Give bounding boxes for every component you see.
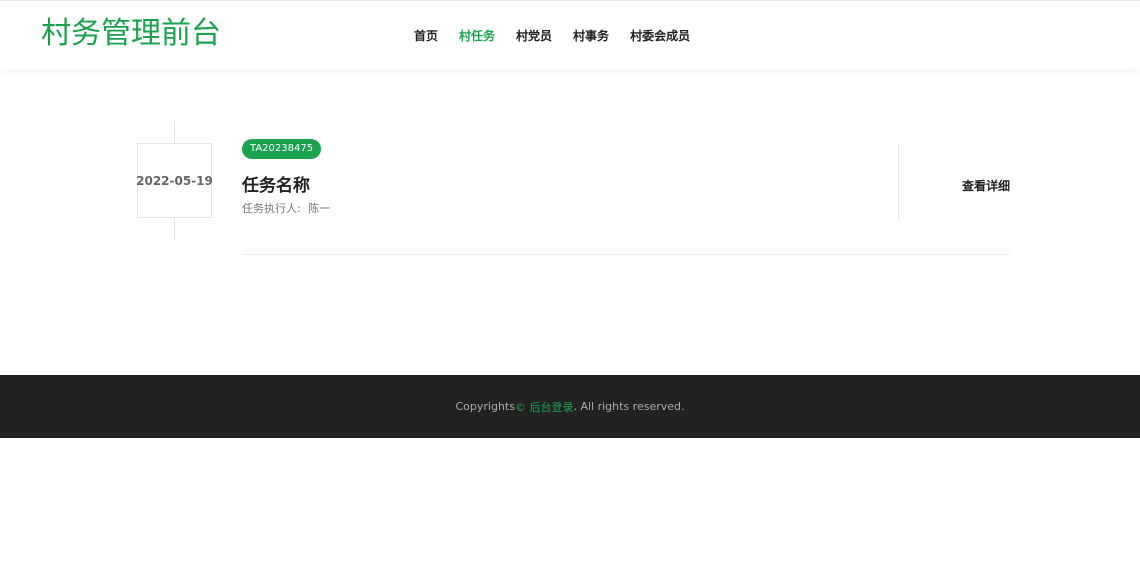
footer-prefix: Copyrights: [455, 400, 515, 413]
nav-item-village-affairs[interactable]: 村事务: [573, 27, 609, 45]
site-logo[interactable]: 村务管理前台: [41, 15, 221, 53]
nav-item-home[interactable]: 首页: [414, 27, 438, 45]
task-title: 任务名称: [242, 176, 310, 196]
nav-item-village-tasks[interactable]: 村任务: [459, 27, 495, 45]
footer-suffix: . All rights reserved.: [573, 400, 685, 413]
row-divider: [242, 254, 1010, 255]
task-date: 2022-05-19: [136, 143, 213, 218]
nav-item-committee-members[interactable]: 村委会成员: [630, 27, 690, 45]
task-code-badge: TA20238475: [242, 139, 322, 159]
nav-item-party-members[interactable]: 村党员: [516, 27, 552, 45]
admin-login-link[interactable]: © 后台登录: [515, 399, 574, 415]
view-details-link[interactable]: 查看详细: [962, 178, 1010, 194]
executor-name: 陈一: [308, 202, 331, 215]
vertical-divider: [898, 144, 899, 219]
executor-label: 任务执行人:: [242, 202, 301, 215]
task-executor: 任务执行人: 陈一: [242, 201, 330, 217]
site-footer: Copyrights © 后台登录 . All rights reserved.: [0, 375, 1140, 438]
main-nav: 首页 村任务 村党员 村事务 村委会成员: [414, 27, 711, 45]
site-header: 村务管理前台 首页 村任务 村党员 村事务 村委会成员: [0, 0, 1140, 69]
